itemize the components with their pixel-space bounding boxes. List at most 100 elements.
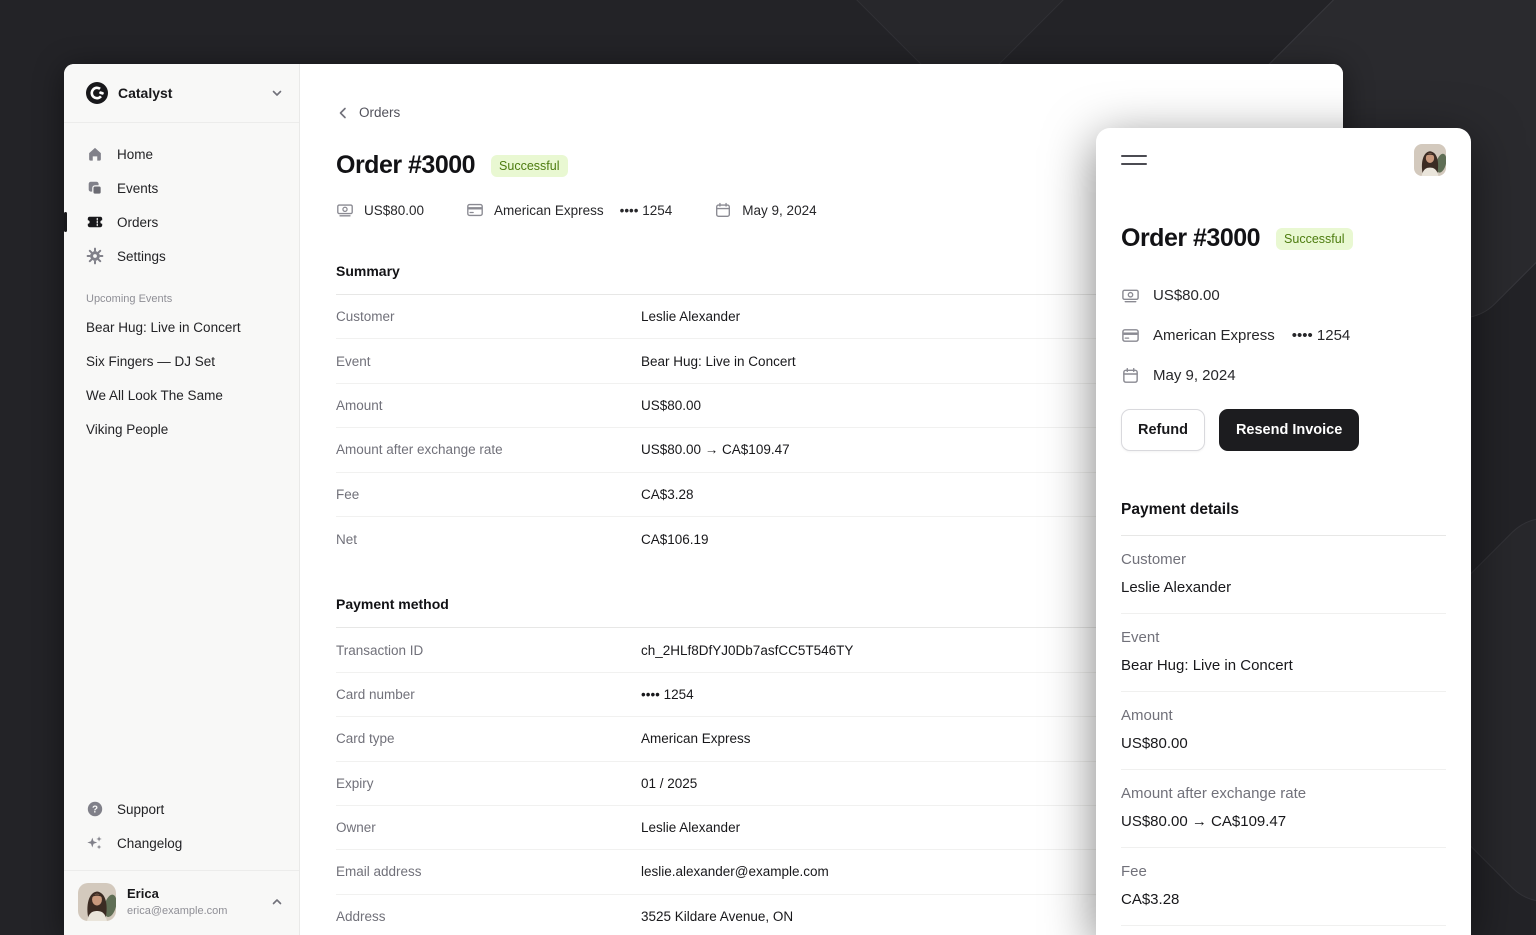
sidebar-item-label: Changelog: [117, 836, 182, 851]
order-date-value: May 9, 2024: [742, 203, 816, 218]
user-name: Erica: [127, 886, 227, 902]
svg-text:?: ?: [92, 805, 98, 816]
row-label: Fee: [1121, 861, 1446, 883]
resend-invoice-button[interactable]: Resend Invoice: [1219, 409, 1359, 451]
row-label: Transaction ID: [336, 643, 641, 658]
row-label: Owner: [336, 820, 641, 835]
row-label: Amount after exchange rate: [336, 442, 641, 457]
calendar-icon: [1121, 366, 1140, 385]
detail-row: Fee CA$3.28: [1121, 848, 1446, 926]
user-info: Erica erica@example.com: [127, 886, 227, 918]
sidebar-item-label: Orders: [117, 215, 158, 230]
panel-card-brand: American Express: [1153, 327, 1275, 344]
calendar-icon: [714, 201, 732, 219]
row-value: US$80.00: [1121, 733, 1446, 755]
row-value: •••• 1254: [641, 687, 694, 702]
row-value: 3525 Kildare Avenue, ON: [641, 909, 793, 924]
sidebar-item-label: Support: [117, 802, 164, 817]
avatar[interactable]: [1414, 144, 1446, 176]
refund-button[interactable]: Refund: [1121, 409, 1205, 451]
row-value: 01 / 2025: [641, 776, 697, 791]
detail-row: Customer Leslie Alexander: [1121, 536, 1446, 614]
row-value: leslie.alexander@example.com: [641, 864, 829, 879]
row-label: Amount: [336, 398, 641, 413]
row-label: Fee: [336, 487, 641, 502]
user-email: erica@example.com: [127, 904, 227, 918]
chevron-down-icon: [271, 87, 283, 99]
sidebar: Catalyst Home Events: [64, 64, 300, 935]
panel-date-value: May 9, 2024: [1153, 367, 1236, 384]
gear-icon: [86, 247, 104, 265]
row-value: Bear Hug: Live in Concert: [641, 354, 796, 369]
row-value: CA$3.28: [641, 487, 694, 502]
credit-card-icon: [1121, 326, 1140, 345]
row-label: Customer: [1121, 549, 1446, 571]
row-label: Amount: [1121, 705, 1446, 727]
row-label: Amount after exchange rate: [1121, 783, 1446, 805]
row-label: Net: [336, 532, 641, 547]
sidebar-event-link[interactable]: Six Fingers — DJ Set: [76, 345, 287, 379]
sidebar-item-label: Settings: [117, 249, 166, 264]
sidebar-spacer: [64, 447, 299, 792]
sidebar-item-changelog[interactable]: Changelog: [76, 826, 287, 860]
payment-details-heading: Payment details: [1121, 501, 1446, 519]
panel-title: Order #3000: [1121, 224, 1260, 253]
row-label: Event: [336, 354, 641, 369]
row-value: US$80.00: [641, 398, 701, 413]
order-card-brand: American Express: [494, 203, 604, 218]
sidebar-item-events[interactable]: Events: [76, 171, 287, 205]
sidebar-item-label: Events: [117, 181, 158, 196]
row-label: Expiry: [336, 776, 641, 791]
sidebar-event-link[interactable]: Bear Hug: Live in Concert: [76, 311, 287, 345]
panel-card-last4: •••• 1254: [1292, 327, 1351, 344]
sidebar-event-link[interactable]: Viking People: [76, 413, 287, 447]
sidebar-footer-nav: ? Support Changelog: [64, 792, 299, 870]
breadcrumb-label: Orders: [359, 105, 400, 120]
sidebar-item-orders[interactable]: Orders: [76, 205, 287, 239]
chevron-left-icon: [336, 106, 350, 120]
row-label: Address: [336, 909, 641, 924]
status-badge: Successful: [491, 155, 567, 177]
panel-amount-value: US$80.00: [1153, 287, 1220, 304]
catalyst-logo-icon: [86, 82, 108, 104]
order-amount-value: US$80.00: [364, 203, 424, 218]
order-card: American Express •••• 1254: [466, 201, 672, 219]
events-icon: [86, 179, 104, 197]
row-value: Leslie Alexander: [1121, 577, 1446, 599]
workspace-switcher[interactable]: Catalyst: [64, 64, 299, 123]
ticket-icon: [86, 213, 104, 231]
row-label: Email address: [336, 864, 641, 879]
panel-title-row: Order #3000 Successful: [1121, 224, 1446, 253]
row-label: Card number: [336, 687, 641, 702]
order-card-last4: •••• 1254: [620, 203, 673, 218]
row-value: CA$3.28: [1121, 889, 1446, 911]
panel-card: American Express •••• 1254: [1121, 315, 1446, 355]
row-value: US$80.00 → CA$109.47: [641, 442, 790, 457]
row-label: Customer: [336, 309, 641, 324]
breadcrumb[interactable]: Orders: [336, 105, 400, 120]
detail-row: Event Bear Hug: Live in Concert: [1121, 614, 1446, 692]
sidebar-event-link[interactable]: We All Look The Same: [76, 379, 287, 413]
sidebar-item-support[interactable]: ? Support: [76, 792, 287, 826]
sidebar-item-home[interactable]: Home: [76, 137, 287, 171]
row-value: US$80.00 → CA$109.47: [1121, 811, 1446, 833]
panel-meta: US$80.00 American Express •••• 1254 May …: [1121, 275, 1446, 395]
help-icon: ?: [86, 800, 104, 818]
user-menu[interactable]: Erica erica@example.com: [64, 870, 299, 935]
row-value: CA$106.19: [641, 532, 709, 547]
row-label: Card type: [336, 731, 641, 746]
page-title: Order #3000: [336, 151, 475, 180]
avatar: [78, 883, 116, 921]
panel-date: May 9, 2024: [1121, 355, 1446, 395]
sidebar-nav: Home Events Orders: [64, 123, 299, 273]
menu-icon[interactable]: [1121, 151, 1147, 169]
sparkles-icon: [86, 834, 104, 852]
order-amount: US$80.00: [336, 201, 424, 219]
sidebar-item-settings[interactable]: Settings: [76, 239, 287, 273]
row-value: American Express: [641, 731, 751, 746]
row-value: ch_2HLf8DfYJ0Db7asfCC5T546TY: [641, 643, 853, 658]
sidebar-item-label: Home: [117, 147, 153, 162]
workspace-name: Catalyst: [118, 85, 172, 101]
order-date: May 9, 2024: [714, 201, 816, 219]
order-panel: Order #3000 Successful US$80.00: [1096, 128, 1471, 935]
